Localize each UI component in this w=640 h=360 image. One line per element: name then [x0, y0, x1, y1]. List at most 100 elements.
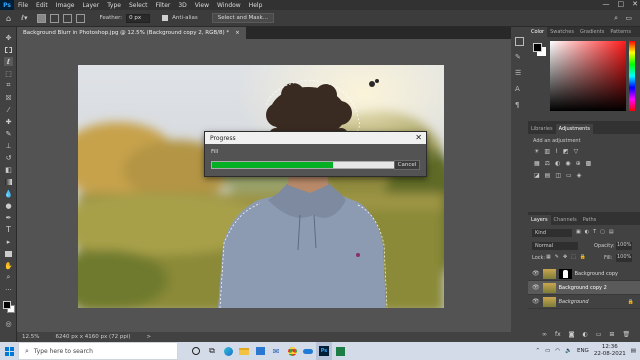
move-tool-icon[interactable]: ✥: [4, 33, 13, 42]
shape-filter-icon[interactable]: ▢: [600, 229, 605, 235]
hand-tool-icon[interactable]: ✋: [4, 261, 13, 270]
maximize-button[interactable]: □: [618, 0, 625, 8]
task-view-icon[interactable]: ⧉: [204, 342, 220, 360]
add-selection-icon[interactable]: [50, 13, 60, 23]
more-tools-icon[interactable]: ···: [4, 285, 13, 294]
volume-icon[interactable]: 🔈: [565, 348, 572, 354]
eraser-tool-icon[interactable]: ◧: [4, 165, 13, 174]
antialias-checkbox[interactable]: [162, 15, 169, 21]
pixel-filter-icon[interactable]: ▣: [576, 229, 581, 235]
channel-mixer-icon[interactable]: ⊕: [576, 160, 581, 167]
chrome-icon[interactable]: [284, 342, 300, 360]
visibility-eye-icon[interactable]: 👁: [532, 284, 540, 291]
tab-channels[interactable]: Channels: [551, 215, 580, 225]
lock-paint-icon[interactable]: ✎: [555, 254, 559, 260]
exposure-icon[interactable]: ◩: [563, 148, 569, 155]
search-icon[interactable]: ⌕: [614, 14, 618, 23]
vibrance-icon[interactable]: ▽: [574, 148, 579, 155]
add-mask-icon[interactable]: ◙: [569, 331, 575, 338]
rectangle-tool-icon[interactable]: [4, 249, 13, 258]
file-explorer-icon[interactable]: [236, 342, 252, 360]
layer-row-selected[interactable]: 👁 Background copy 2: [528, 281, 640, 295]
paragraph-icon[interactable]: ¶: [515, 101, 519, 109]
cancel-button[interactable]: Cancel: [394, 160, 420, 170]
tray-chevron-icon[interactable]: ⌃: [535, 348, 540, 354]
lasso-tool-icon[interactable]: ℓ: [4, 57, 13, 66]
lasso-tool-preset-icon[interactable]: ℓ▾: [21, 14, 27, 22]
menu-edit[interactable]: Edit: [32, 2, 52, 9]
blur-tool-icon[interactable]: 💧: [4, 189, 13, 198]
zoom-level[interactable]: 12.5%: [22, 334, 39, 340]
notification-icon[interactable]: ▤: [631, 348, 636, 354]
color-lookup-icon[interactable]: ▩: [586, 160, 592, 167]
type-tool-icon[interactable]: T: [4, 225, 13, 234]
tab-swatches[interactable]: Swatches: [547, 27, 577, 37]
gradient-map-icon[interactable]: ▭: [566, 172, 572, 179]
link-layers-icon[interactable]: ∞: [542, 331, 547, 338]
tab-paths[interactable]: Paths: [580, 215, 600, 225]
crop-tool-icon[interactable]: ⌗: [4, 81, 13, 90]
subtract-selection-icon[interactable]: [63, 13, 73, 23]
visibility-eye-icon[interactable]: 👁: [532, 270, 540, 277]
object-select-tool-icon[interactable]: ⬚: [4, 69, 13, 78]
history-icon[interactable]: [515, 37, 524, 46]
marquee-tool-icon[interactable]: [4, 45, 13, 54]
menu-window[interactable]: Window: [213, 2, 245, 9]
path-select-tool-icon[interactable]: ▸: [4, 237, 13, 246]
taskbar-search-box[interactable]: ⌕ Type here to search: [18, 342, 178, 360]
wifi-icon[interactable]: ◠: [555, 348, 560, 354]
onedrive-icon[interactable]: [300, 342, 316, 360]
color-fg-swatch[interactable]: [533, 43, 542, 52]
battery-icon[interactable]: ▭: [545, 348, 550, 354]
type-filter-icon[interactable]: T: [593, 229, 596, 235]
dodge-tool-icon[interactable]: ●: [4, 201, 13, 210]
properties-icon[interactable]: ☰: [515, 69, 521, 77]
layer-kind-filter[interactable]: Kind: [532, 229, 572, 237]
history-brush-tool-icon[interactable]: ↺: [4, 153, 13, 162]
tab-color[interactable]: Color: [528, 27, 548, 37]
menu-select[interactable]: Select: [125, 2, 152, 9]
brightness-icon[interactable]: ☀: [534, 148, 539, 155]
new-adjustment-icon[interactable]: ◐: [583, 331, 588, 338]
minimize-button[interactable]: —: [603, 0, 610, 8]
posterize-icon[interactable]: ▤: [545, 172, 551, 179]
lock-all-icon[interactable]: 🔒: [580, 254, 586, 260]
lock-artboard-icon[interactable]: ⬚: [571, 254, 576, 260]
select-and-mask-button[interactable]: Select and Mask...: [211, 13, 274, 23]
status-arrow-icon[interactable]: >: [147, 334, 152, 340]
mail-icon[interactable]: ✉: [268, 342, 284, 360]
edge-icon[interactable]: [220, 342, 236, 360]
layer-row[interactable]: 👁 Background 🔒: [528, 295, 640, 309]
layer-style-icon[interactable]: fx: [555, 331, 561, 338]
adjustment-filter-icon[interactable]: ◐: [585, 229, 589, 235]
quick-mask-icon[interactable]: ◎: [4, 319, 13, 328]
menu-view[interactable]: View: [191, 2, 213, 9]
menu-filter[interactable]: Filter: [152, 2, 175, 9]
tab-libraries[interactable]: Libraries: [528, 124, 556, 134]
levels-icon[interactable]: ▥: [544, 148, 550, 155]
menu-image[interactable]: Image: [52, 2, 79, 9]
new-group-icon[interactable]: ▭: [596, 331, 602, 338]
dialog-close-icon[interactable]: ✕: [415, 133, 422, 142]
tab-patterns[interactable]: Patterns: [607, 27, 634, 37]
stamp-tool-icon[interactable]: ⊥: [4, 141, 13, 150]
home-icon[interactable]: ⌂: [6, 14, 11, 23]
color-field[interactable]: [550, 41, 626, 111]
brush-settings-icon[interactable]: ✎: [515, 53, 521, 61]
lock-position-icon[interactable]: ✥: [563, 254, 567, 260]
black-white-icon[interactable]: ◐: [555, 160, 560, 167]
smart-filter-icon[interactable]: ▤: [609, 229, 614, 235]
gradient-tool-icon[interactable]: [4, 177, 13, 186]
opacity-input[interactable]: 100%: [616, 242, 632, 250]
eyedropper-tool-icon[interactable]: ⁄: [4, 105, 13, 114]
start-button[interactable]: [0, 342, 18, 360]
workspace-icon[interactable]: ▭: [625, 14, 632, 22]
cortana-icon[interactable]: [188, 342, 204, 360]
zoom-tool-icon[interactable]: ⌕: [4, 273, 13, 282]
color-balance-icon[interactable]: ⚖: [545, 160, 550, 167]
close-window-button[interactable]: ✕: [632, 0, 638, 8]
intersect-selection-icon[interactable]: [76, 13, 86, 23]
brush-tool-icon[interactable]: ✎: [4, 129, 13, 138]
delete-layer-icon[interactable]: 🗑: [622, 331, 630, 338]
threshold-icon[interactable]: ◫: [555, 172, 561, 179]
